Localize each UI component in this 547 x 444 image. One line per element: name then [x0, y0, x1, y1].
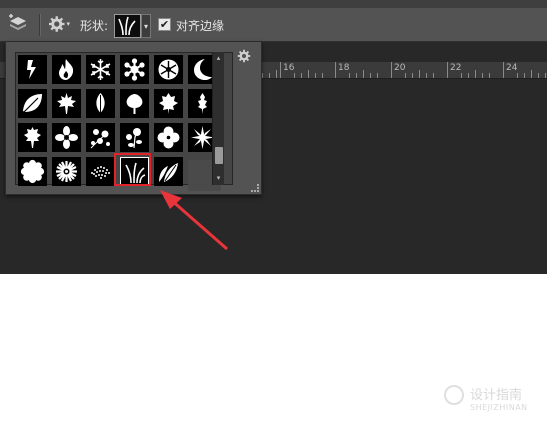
- flower-1-shape[interactable]: [52, 123, 81, 152]
- flower-2-shape[interactable]: [154, 123, 183, 152]
- leaf-6-shape[interactable]: [18, 123, 47, 152]
- flower-5-shape[interactable]: [52, 157, 81, 186]
- leaf-2-shape[interactable]: [86, 89, 115, 118]
- shape-grid-scrollbar[interactable]: ▴ ▾: [212, 52, 224, 185]
- resize-grip-icon[interactable]: [251, 184, 259, 192]
- fire-shape[interactable]: [52, 55, 81, 84]
- gear-icon[interactable]: ▾: [48, 13, 70, 35]
- tool-preset-icon[interactable]: [6, 13, 30, 35]
- align-edges-label: 对齐边缘: [176, 19, 225, 33]
- snowflake-1-shape[interactable]: [86, 55, 115, 84]
- options-bar: ▾ 形状: ▾ ✔ 对齐边缘: [0, 8, 547, 42]
- annotation-arrow-icon: [160, 190, 228, 251]
- ruler-label: 18: [338, 63, 350, 73]
- shape-label: 形状:: [80, 19, 109, 33]
- watermark-text: 设计指南: [470, 388, 523, 403]
- watermark-subtext: SHEJIZHINAN: [470, 403, 528, 412]
- maple-leaf-shape[interactable]: [52, 89, 81, 118]
- document-canvas[interactable]: [0, 274, 547, 444]
- ruler-label: 20: [394, 63, 406, 73]
- flowers-branch-2-shape[interactable]: [120, 123, 149, 152]
- lightning-shape[interactable]: [18, 55, 47, 84]
- leaf-1-shape[interactable]: [18, 89, 47, 118]
- snowflake-3-shape[interactable]: [154, 55, 183, 84]
- ruler-label: 22: [450, 63, 462, 73]
- toolbar-separator: [39, 14, 41, 36]
- scroll-up-arrow-icon[interactable]: ▴: [213, 53, 224, 63]
- flowers-branch-1-shape[interactable]: [86, 123, 115, 152]
- align-edges-checkbox[interactable]: ✔: [158, 18, 171, 31]
- leaves-shape[interactable]: [154, 157, 183, 186]
- leaf-3-shape[interactable]: [120, 89, 149, 118]
- title-strip: [0, 0, 547, 8]
- selected-shape-highlight: [114, 153, 151, 186]
- leaf-4-shape[interactable]: [154, 89, 183, 118]
- shape-preview[interactable]: [114, 14, 141, 38]
- dots-shape[interactable]: [86, 157, 115, 186]
- scroll-down-arrow-icon[interactable]: ▾: [213, 173, 224, 183]
- watermark-logo-icon: [444, 385, 464, 405]
- snowflake-2-shape[interactable]: [120, 55, 149, 84]
- picker-gear-icon[interactable]: [237, 49, 251, 66]
- scroll-thumb[interactable]: [215, 147, 223, 164]
- ruler-label: 24: [506, 63, 518, 73]
- shape-dropdown-button[interactable]: ▾: [141, 14, 151, 38]
- ruler-label: 16: [283, 63, 295, 73]
- gear-dropdown-caret-icon: ▾: [66, 20, 70, 28]
- flower-4-shape[interactable]: [18, 157, 47, 186]
